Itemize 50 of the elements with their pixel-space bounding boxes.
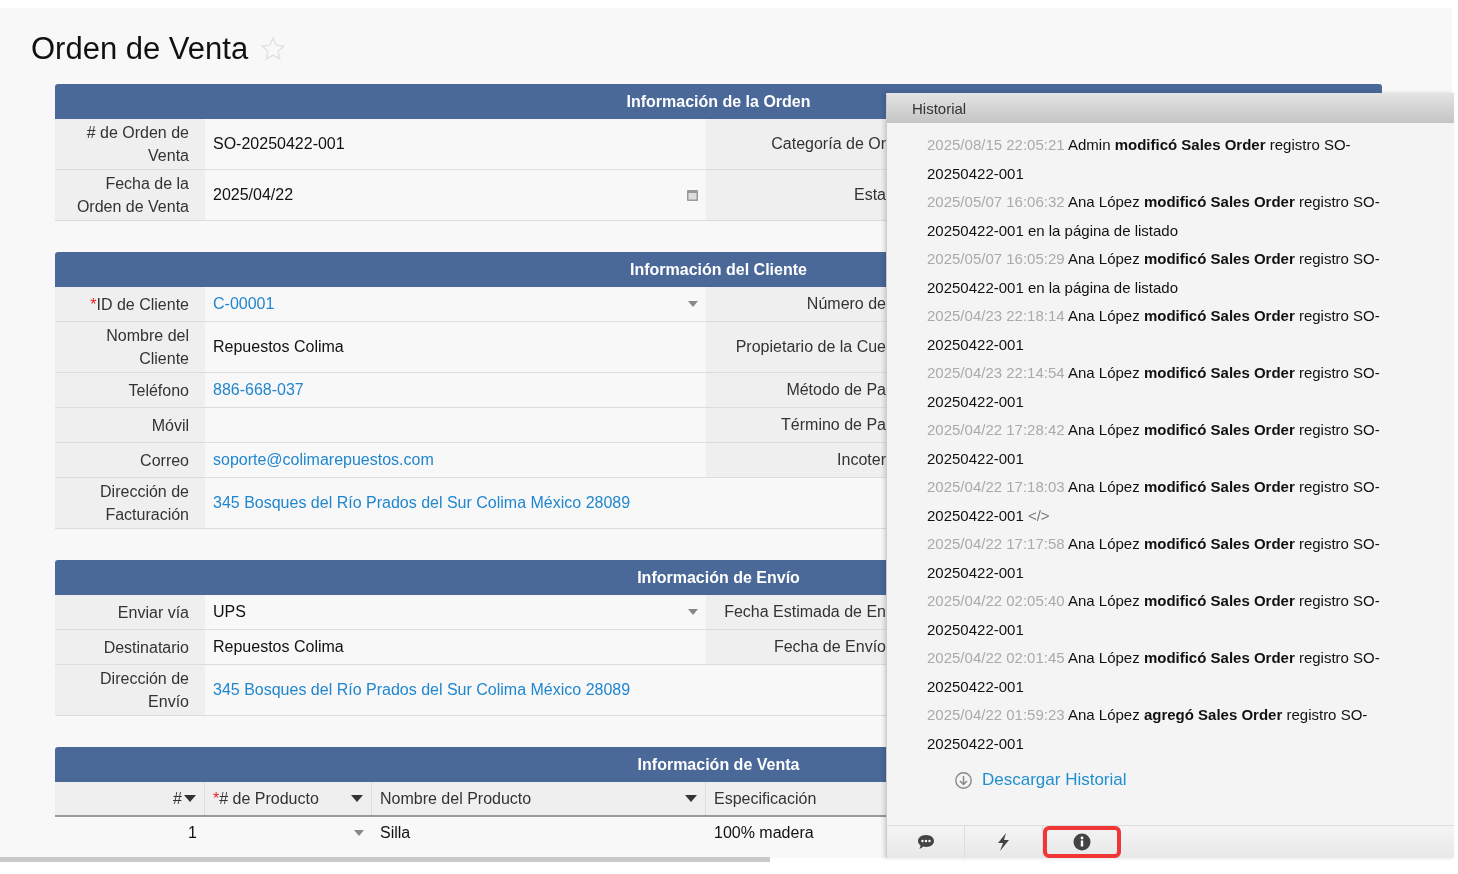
field-label: Móvil xyxy=(151,415,189,436)
field-label: Destinatario xyxy=(103,637,189,658)
field-label: Dirección de Envío xyxy=(99,669,189,712)
field-label: Correo xyxy=(140,450,189,471)
column-header[interactable]: Nombre del Producto xyxy=(380,789,532,808)
column-header[interactable]: *# de Producto xyxy=(213,789,319,808)
column-header[interactable]: # xyxy=(173,789,182,808)
field-label: Dirección de Facturación xyxy=(99,482,189,525)
caret-icon[interactable] xyxy=(184,795,196,802)
field-label: Propietario de la Cue xyxy=(735,338,886,356)
row-number: 1 xyxy=(188,824,197,842)
caret-icon[interactable] xyxy=(351,795,363,802)
field-label: # de Orden de Venta xyxy=(85,123,189,166)
page-title: Orden de Venta xyxy=(31,31,249,67)
field-link[interactable]: 345 Bosques del Río Prados del Sur Colima México 28089 xyxy=(213,494,631,512)
field-link[interactable]: C-00001 xyxy=(213,295,275,313)
field-label: Fecha de la Orden de Venta xyxy=(75,174,189,217)
field-label: Incoter xyxy=(837,451,886,469)
field-label: Método de Pa xyxy=(786,381,886,399)
panel-title: Historial xyxy=(912,99,967,117)
field-label: Categoría de Or xyxy=(771,135,886,153)
calendar-icon[interactable] xyxy=(687,189,698,201)
field-label: Nombre del Cliente xyxy=(105,326,189,369)
chat-icon xyxy=(916,834,935,850)
field-label: Fecha de Envío xyxy=(773,638,886,656)
info-icon xyxy=(1072,833,1091,851)
field-value: Repuestos Colima xyxy=(213,338,344,356)
field-label: *ID de Cliente xyxy=(90,294,189,315)
table-cell: 100% madera xyxy=(714,824,814,842)
field-value: SO-20250422-001 xyxy=(213,135,345,153)
history-entry: 2025/04/22 17:18:03 Ana López modificó Sales Order registro SO-20250422-001 </> xyxy=(927,477,1381,526)
field-link[interactable]: soporte@colimarepuestos.com xyxy=(213,451,434,469)
field-label: Término de Pa xyxy=(781,416,886,434)
field-label: Esta xyxy=(854,186,886,204)
lightning-icon xyxy=(997,833,1010,851)
field-label: Número de xyxy=(806,295,886,313)
caret-icon[interactable] xyxy=(685,795,697,802)
field-label: Enviar vía xyxy=(117,602,189,623)
field-link[interactable]: 886-668-037 xyxy=(213,381,304,399)
select-value[interactable]: UPS xyxy=(213,603,246,621)
scrollbar[interactable] xyxy=(0,857,770,862)
field-label: Teléfono xyxy=(128,380,189,401)
column-header[interactable]: Especificación xyxy=(714,789,817,808)
field-value: Repuestos Colima xyxy=(213,638,344,656)
download-icon[interactable] xyxy=(955,771,972,789)
field-link[interactable]: 345 Bosques del Río Prados del Sur Colima México 28089 xyxy=(213,681,631,699)
info-tab[interactable] xyxy=(1043,826,1121,858)
field-label: Fecha Estimada de En xyxy=(724,603,886,621)
table-cell: Silla xyxy=(380,824,411,842)
date-value: 2025/04/22 xyxy=(213,186,294,204)
